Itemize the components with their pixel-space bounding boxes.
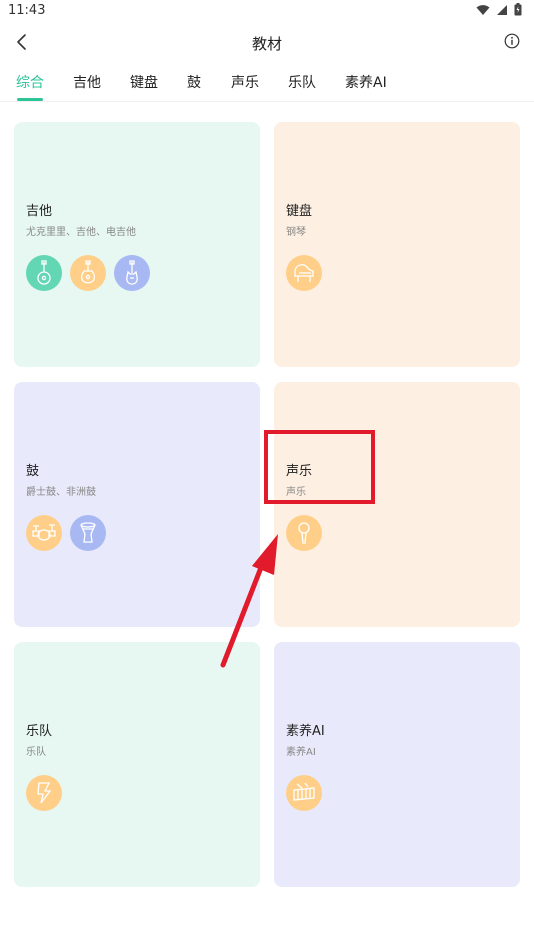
microphone-icon[interactable]	[286, 515, 322, 551]
tab-label: 素养AI	[345, 75, 387, 91]
tab-band[interactable]: 乐队	[288, 72, 316, 92]
card-title: 素养AI	[286, 724, 325, 739]
category-tabs: 综合 吉他 键盘 鼓 声乐 乐队 素养AI	[0, 66, 534, 102]
app-bar: 教材	[0, 26, 534, 60]
electric-guitar-icon[interactable]	[114, 255, 150, 291]
highlight-box	[264, 430, 375, 504]
tab-literacy-ai[interactable]: 素养AI	[345, 72, 387, 92]
acoustic-guitar-icon[interactable]	[70, 255, 106, 291]
card-literacy-ai[interactable]: 素养AI 素养AI	[274, 642, 520, 887]
card-title: 键盘	[286, 204, 313, 219]
card-title: 鼓	[26, 464, 40, 479]
info-icon[interactable]	[504, 33, 520, 49]
tab-label: 吉他	[73, 75, 101, 91]
active-tab-indicator	[17, 98, 43, 101]
card-title: 吉他	[26, 204, 53, 219]
tab-keyboard[interactable]: 键盘	[130, 72, 158, 92]
tab-label: 乐队	[288, 75, 316, 91]
tab-drums[interactable]: 鼓	[187, 72, 201, 92]
status-time: 11:43	[8, 3, 46, 18]
card-subtitle: 乐队	[26, 747, 46, 758]
instrument-icons	[26, 255, 150, 291]
card-guitar[interactable]: 吉他 尤克里里、吉他、电吉他	[14, 122, 260, 367]
status-icons	[476, 3, 522, 16]
card-band[interactable]: 乐队 乐队	[14, 642, 260, 887]
instrument-icons	[26, 515, 106, 551]
tab-label: 声乐	[231, 75, 259, 91]
band-icon[interactable]	[26, 775, 62, 811]
card-drums[interactable]: 鼓 爵士鼓、非洲鼓	[14, 382, 260, 627]
card-subtitle: 尤克里里、吉他、电吉他	[26, 227, 136, 238]
card-subtitle: 爵士鼓、非洲鼓	[26, 487, 96, 498]
card-title: 乐队	[26, 724, 53, 739]
signal-icon	[497, 4, 507, 15]
card-subtitle: 钢琴	[286, 227, 306, 238]
tab-guitar[interactable]: 吉他	[73, 72, 101, 92]
instrument-icons	[286, 515, 322, 551]
djembe-icon[interactable]	[70, 515, 106, 551]
instrument-icons	[26, 775, 62, 811]
card-subtitle: 素养AI	[286, 747, 316, 758]
page-title: 教材	[251, 35, 282, 53]
xylophone-icon[interactable]	[286, 775, 322, 811]
card-vocal[interactable]: 声乐 声乐	[274, 382, 520, 627]
status-bar: 11:43	[0, 0, 534, 22]
card-keyboard[interactable]: 键盘 钢琴	[274, 122, 520, 367]
instrument-icons	[286, 255, 322, 291]
piano-icon[interactable]	[286, 255, 322, 291]
tab-vocal[interactable]: 声乐	[231, 72, 259, 92]
ukulele-icon[interactable]	[26, 255, 62, 291]
tab-label: 键盘	[130, 75, 158, 91]
instrument-icons	[286, 775, 322, 811]
battery-icon	[514, 3, 522, 16]
tab-comprehensive[interactable]: 综合	[16, 72, 44, 101]
tab-label: 综合	[16, 75, 44, 91]
tab-label: 鼓	[187, 75, 201, 91]
wifi-icon	[476, 4, 490, 15]
drum-kit-icon[interactable]	[26, 515, 62, 551]
